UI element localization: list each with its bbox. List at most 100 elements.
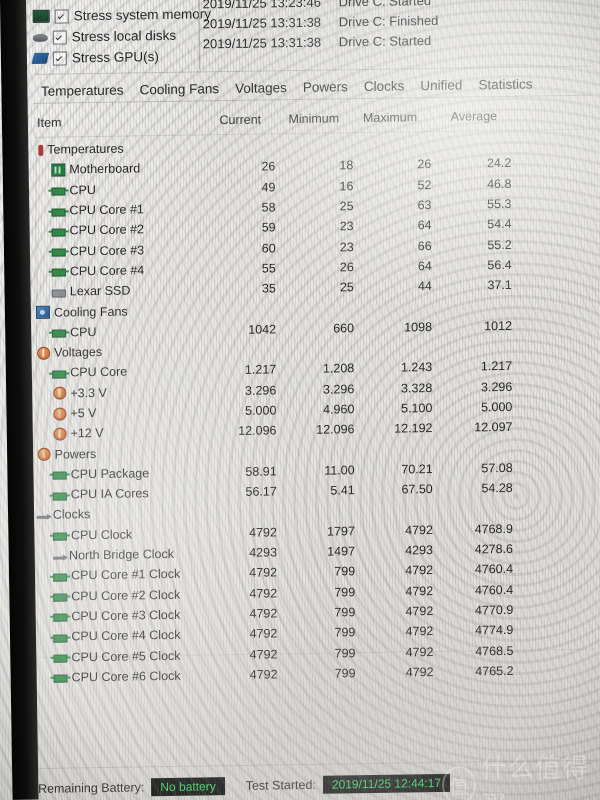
value-average <box>417 509 497 510</box>
log-timestamp: 2019/11/25 13:23:46 <box>202 0 321 11</box>
column-header-minimum[interactable]: Minimum <box>261 111 339 126</box>
value-minimum: 25 <box>339 199 354 214</box>
tab-powers[interactable]: Powers <box>295 79 356 95</box>
tab-clocks[interactable]: Clocks <box>356 78 413 94</box>
sensor-label: CPU Clock <box>70 527 133 543</box>
value-average: 4774.9 <box>475 623 514 638</box>
sensor-item: CPU Core #6 Clock <box>38 668 214 685</box>
sensor-label: CPU Core #1 Clock <box>71 567 181 583</box>
value-average <box>416 306 496 307</box>
sensor-item: CPU Core #2 Clock <box>37 587 213 604</box>
checkbox[interactable] <box>54 8 69 24</box>
value-current <box>196 309 260 310</box>
value-average: 4770.9 <box>474 602 514 618</box>
value-minimum: 23 <box>339 219 354 234</box>
value-maximum: 12.192 <box>394 421 433 436</box>
value-minimum: 1497 <box>327 544 356 559</box>
gpu-icon <box>31 52 50 64</box>
value-minimum <box>261 450 339 451</box>
tab-unified[interactable]: Unified <box>412 77 470 94</box>
value-current: 49 <box>261 180 276 195</box>
checkbox[interactable] <box>52 50 67 66</box>
stress-options-group: Stress system memory Stress local disks St… <box>31 3 211 68</box>
top-panel: Stress system memory Stress local disks St… <box>0 0 599 76</box>
sensor-table[interactable]: Item Current Minimum Maximum Average Tem… <box>35 108 593 688</box>
value-maximum <box>337 144 415 145</box>
cpu-icon <box>53 674 68 684</box>
cpu-icon <box>51 268 66 278</box>
column-header-average[interactable]: Average <box>417 109 497 124</box>
sensor-item: Powers <box>37 445 197 461</box>
value-average: 4768.5 <box>475 643 514 659</box>
tab-voltages[interactable]: Voltages <box>227 80 295 96</box>
sensor-item: CPU Package <box>37 465 213 482</box>
value-average: 56.4 <box>487 257 512 273</box>
sensor-item: Lexar SSD <box>36 283 212 300</box>
value-current <box>197 512 261 513</box>
column-header-item[interactable]: Item <box>35 114 197 130</box>
tab-cooling-fans[interactable]: Cooling Fans <box>132 81 228 97</box>
value-minimum: 799 <box>334 584 356 600</box>
sensor-item: +5 V <box>36 404 212 421</box>
cpu-icon <box>51 187 66 196</box>
value-maximum: 4792 <box>405 522 433 538</box>
sensor-item: CPU Core #2 <box>36 222 212 239</box>
sensor-label: Voltages <box>54 345 103 360</box>
tab-temperatures[interactable]: Temperatures <box>33 82 132 99</box>
cpu-icon <box>53 593 68 602</box>
value-maximum: 64 <box>417 218 432 233</box>
cpu-icon <box>52 471 67 481</box>
column-header-maximum[interactable]: Maximum <box>339 110 417 125</box>
column-header-current[interactable]: Current <box>197 113 261 128</box>
sensor-item: CPU Core #3 <box>36 242 212 259</box>
ssd-icon <box>51 289 66 298</box>
value-maximum: 64 <box>417 258 432 274</box>
value-minimum: 26 <box>339 260 354 275</box>
value-current: 4792 <box>249 667 278 682</box>
voltage-icon <box>53 406 67 421</box>
value-average: 54.4 <box>487 217 512 232</box>
value-average: 1.217 <box>480 359 513 374</box>
value-maximum <box>339 510 417 511</box>
value-average: 24.2 <box>486 156 512 171</box>
sensor-item: CPU Core #4 Clock <box>37 628 213 645</box>
value-current: 59 <box>261 220 276 235</box>
voltage-icon <box>53 386 67 400</box>
value-maximum: 66 <box>417 238 432 253</box>
value-minimum <box>260 308 338 309</box>
event-log[interactable]: 2019/11/25 13:23:46 Drive C: Started 2019/… <box>203 0 599 53</box>
sensor-item: North Bridge Clock <box>37 546 213 563</box>
stress-option-row[interactable]: Stress local disks <box>32 24 199 47</box>
value-average: 37.1 <box>487 278 512 293</box>
checkbox[interactable] <box>52 29 67 45</box>
test-started-value: 2019/11/25 12:44:17 <box>322 773 451 794</box>
value-average: 3.296 <box>480 379 513 395</box>
value-minimum: 660 <box>333 321 355 336</box>
value-average: 4768.9 <box>474 521 513 537</box>
value-minimum <box>260 349 338 350</box>
test-started-label: Test Started: <box>245 777 316 793</box>
sensor-label: CPU Core <box>70 364 128 380</box>
stress-option-row[interactable]: Stress GPU(s) <box>31 45 199 68</box>
value-maximum: 44 <box>417 279 432 294</box>
value-current: 4293 <box>249 545 278 560</box>
tab-selected-indicator <box>33 101 114 106</box>
value-maximum <box>338 347 416 348</box>
sensor-label: CPU Core #4 <box>69 263 145 279</box>
clock-icon <box>53 556 66 560</box>
stress-option-row[interactable]: Stress system memory <box>32 3 211 26</box>
value-minimum: 11.00 <box>324 463 355 478</box>
cpu-icon <box>51 228 66 237</box>
aida64-stability-test-window: Stress system memory Stress local disks St… <box>0 0 600 800</box>
value-minimum: 799 <box>334 625 356 640</box>
value-average: 12.097 <box>474 420 513 435</box>
value-maximum: 4792 <box>405 583 434 599</box>
value-average: 4760.4 <box>474 562 514 577</box>
value-maximum: 70.21 <box>401 461 433 477</box>
log-message: Drive C: Started <box>338 0 432 9</box>
value-average <box>417 448 497 449</box>
tab-statistics[interactable]: Statistics <box>470 76 540 93</box>
disk-icon <box>32 33 48 42</box>
sensor-label: Cooling Fans <box>53 304 128 320</box>
value-average: 46.8 <box>487 176 512 191</box>
